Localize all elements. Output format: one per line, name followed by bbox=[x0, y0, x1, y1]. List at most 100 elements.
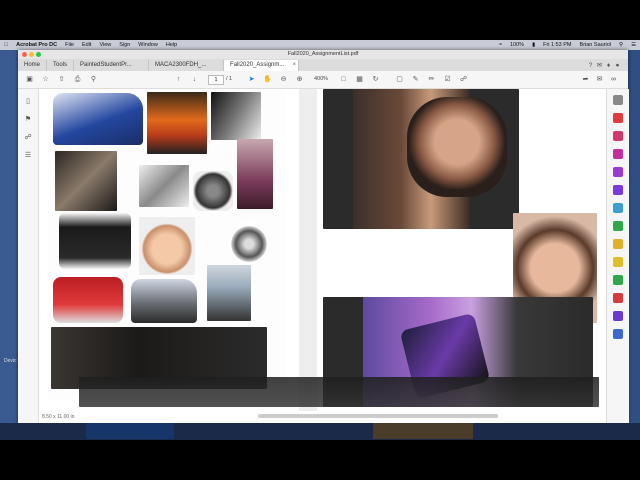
zoom-in-icon[interactable]: ⊕ bbox=[294, 74, 305, 85]
menu-edit[interactable]: Edit bbox=[78, 42, 95, 48]
layers-icon[interactable]: ☰ bbox=[23, 151, 33, 161]
phone-photo bbox=[139, 165, 189, 207]
zoom-level-dropdown[interactable]: 400% bbox=[314, 75, 328, 84]
help-icon[interactable]: ? bbox=[586, 60, 595, 71]
email-icon[interactable]: ✉ bbox=[594, 74, 605, 85]
child-face-photo bbox=[407, 97, 507, 197]
redact-icon[interactable] bbox=[613, 293, 623, 303]
mini-car-photo bbox=[131, 279, 197, 323]
scan-ocr-icon[interactable] bbox=[613, 221, 623, 231]
menu-window[interactable]: Window bbox=[134, 42, 162, 48]
combine-files-icon[interactable] bbox=[613, 203, 623, 213]
menu-view[interactable]: View bbox=[95, 42, 115, 48]
create-pdf-icon[interactable] bbox=[613, 131, 623, 141]
more-tools-icon[interactable] bbox=[613, 329, 623, 339]
tab-home[interactable]: Home bbox=[18, 60, 48, 71]
edit-pdf-icon[interactable] bbox=[613, 149, 623, 159]
rotate-icon[interactable]: ↻ bbox=[370, 74, 381, 85]
comment-tool-icon[interactable] bbox=[613, 167, 623, 177]
search-icon[interactable]: ⚲ bbox=[88, 74, 99, 85]
scroll-mode-icon[interactable]: ▦ bbox=[354, 74, 365, 85]
spotlight-icon[interactable]: ⚲ bbox=[615, 42, 627, 48]
window-title: Fall2020_AssignmentList.pdf bbox=[287, 51, 359, 57]
tab-document-2[interactable]: MACA2300FDH_... bbox=[149, 60, 225, 71]
stamp-icon[interactable]: ☍ bbox=[458, 74, 469, 85]
save-icon[interactable]: ▣ bbox=[24, 74, 35, 85]
horizontal-scrollbar[interactable] bbox=[258, 414, 498, 418]
tab-document-3[interactable]: Fall2020_Assignm... × bbox=[224, 60, 300, 71]
print-icon[interactable]: ⎙ bbox=[72, 74, 83, 85]
baby-photo bbox=[139, 217, 195, 275]
toaster-photo bbox=[53, 277, 123, 323]
macos-menubar:  Acrobat Pro DC File Edit View Sign Win… bbox=[0, 40, 640, 50]
desktop-left-strip bbox=[0, 50, 18, 440]
page-fit-icon[interactable]: □ bbox=[338, 74, 349, 85]
tab-document-2-label: MACA2300FDH_... bbox=[155, 62, 207, 68]
send-for-review-icon[interactable] bbox=[613, 311, 623, 321]
previous-page-icon[interactable]: ↑ bbox=[173, 74, 184, 85]
bookmarks-icon[interactable]: ⚑ bbox=[23, 115, 33, 125]
control-center-icon[interactable]: ☰ bbox=[627, 42, 640, 48]
page-total: / 1 bbox=[226, 76, 233, 82]
protect-icon[interactable] bbox=[613, 239, 623, 249]
tab-bar: Home Tools PaintedStudentPr... MACA2300F… bbox=[18, 59, 628, 71]
scooter-photo bbox=[207, 265, 251, 321]
main-toolbar: ▣ ☆ ⇧ ⎙ ⚲ ↑ ↓ 1 / 1 ➤ ✋ ⊖ ⊕ 400% □ ▦ ↻ ▢… bbox=[18, 71, 628, 89]
background-window-thumbnail[interactable] bbox=[86, 423, 174, 439]
flower-photo bbox=[237, 139, 273, 209]
draw-icon[interactable]: ✏ bbox=[426, 74, 437, 85]
camera-photo bbox=[59, 213, 131, 269]
wifi-icon[interactable]: ≈ bbox=[495, 42, 506, 48]
fill-sign-icon[interactable]: ☑ bbox=[442, 74, 453, 85]
fill-sign-tool-icon[interactable] bbox=[613, 257, 623, 267]
link-icon[interactable]: ∞ bbox=[608, 74, 619, 85]
next-page-icon[interactable]: ↓ bbox=[189, 74, 200, 85]
page-thumbnails-icon[interactable]: ▯ bbox=[23, 97, 33, 107]
tab-document-1[interactable]: PaintedStudentPr... bbox=[74, 60, 150, 71]
zoom-out-icon[interactable]: ⊖ bbox=[278, 74, 289, 85]
tab-document-3-label: Fall2020_Assignm... bbox=[230, 62, 285, 68]
menu-sign[interactable]: Sign bbox=[115, 42, 134, 48]
page-number-input[interactable]: 1 bbox=[208, 75, 224, 85]
bookmark-star-icon[interactable]: ☆ bbox=[40, 74, 51, 85]
optimize-pdf-icon[interactable] bbox=[613, 275, 623, 285]
apple-menu-icon[interactable]:  bbox=[0, 42, 12, 48]
menu-file[interactable]: File bbox=[61, 42, 78, 48]
account-avatar-icon[interactable]: ● bbox=[613, 60, 622, 71]
close-window-button[interactable] bbox=[22, 52, 27, 57]
page-size-label: 8.50 x 11.00 in bbox=[42, 414, 75, 420]
car-photo bbox=[53, 93, 143, 145]
menubar-user[interactable]: Brian Sauriol bbox=[576, 42, 616, 48]
menu-help[interactable]: Help bbox=[162, 42, 181, 48]
document-canvas[interactable] bbox=[39, 89, 605, 411]
comment-icon[interactable]: ▢ bbox=[394, 74, 405, 85]
food-photo bbox=[147, 92, 207, 154]
background-window-thumbnail-2[interactable] bbox=[373, 423, 473, 439]
attachments-icon[interactable]: ☍ bbox=[23, 133, 33, 143]
zoom-window-button[interactable] bbox=[36, 52, 41, 57]
pen-highlight-icon[interactable]: ✎ bbox=[410, 74, 421, 85]
page-gutter bbox=[299, 89, 317, 411]
left-navigation-pane: ▯ ⚑ ☍ ☰ bbox=[18, 89, 39, 423]
notifications-icon[interactable]: ✉ bbox=[595, 60, 604, 71]
remote-photo bbox=[193, 171, 233, 211]
minimize-window-button[interactable] bbox=[29, 52, 34, 57]
upload-icon[interactable]: ⇧ bbox=[56, 74, 67, 85]
window-titlebar[interactable]: Fall2020_AssignmentList.pdf bbox=[18, 50, 628, 59]
select-cursor-icon[interactable]: ➤ bbox=[246, 74, 257, 85]
battery-percent[interactable]: 100% bbox=[506, 42, 528, 48]
menubar-clock[interactable]: Fri 1:53 PM bbox=[539, 42, 575, 48]
battery-icon[interactable]: ▮ bbox=[528, 42, 539, 48]
desktop-icon-label[interactable]: Devic bbox=[4, 358, 17, 364]
organize-pages-icon[interactable] bbox=[613, 185, 623, 195]
hand-tool-icon[interactable]: ✋ bbox=[262, 74, 273, 85]
close-tab-icon[interactable]: × bbox=[293, 60, 297, 71]
zoom-search-icon[interactable] bbox=[613, 95, 623, 105]
tab-document-1-label: PaintedStudentPr... bbox=[80, 62, 132, 68]
tab-tools[interactable]: Tools bbox=[47, 60, 75, 71]
export-pdf-icon[interactable] bbox=[613, 113, 623, 123]
share-icon[interactable]: ➦ bbox=[580, 74, 591, 85]
bell-icon[interactable]: ♦ bbox=[604, 60, 613, 71]
app-menu[interactable]: Acrobat Pro DC bbox=[12, 42, 61, 48]
right-tools-pane bbox=[606, 89, 629, 423]
